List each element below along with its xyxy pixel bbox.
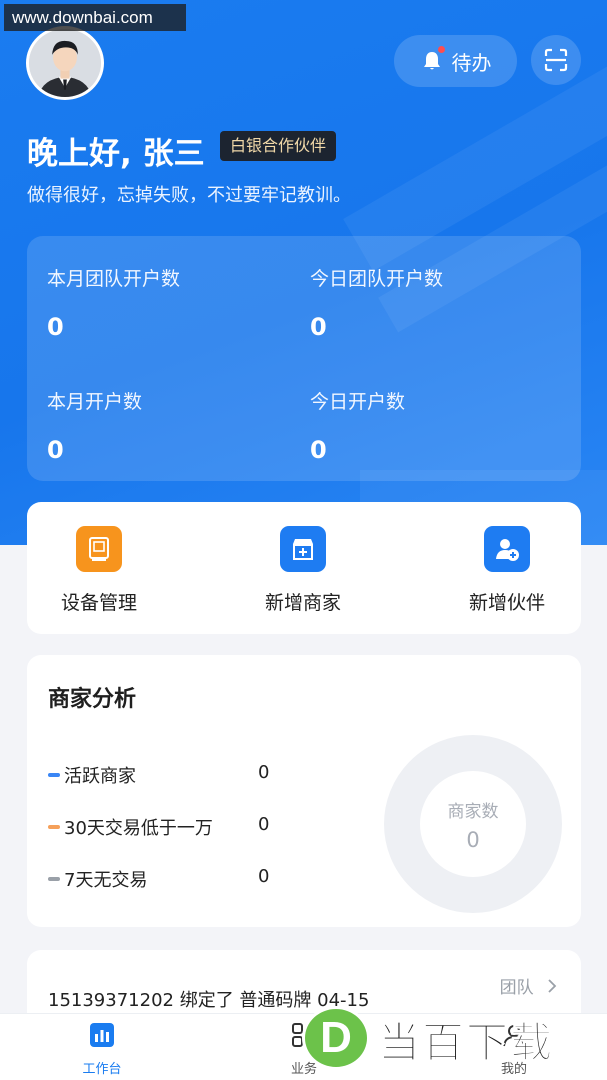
legend-low-volume: 30天交易低于一万 [48,814,213,840]
team-label: 团队 [499,978,534,998]
stat-today-team[interactable]: 今日团队开户数 0 [310,264,443,341]
stat-value: 0 [47,436,64,464]
merchant-analysis-card: 商家分析 活跃商家 0 30天交易低于一万 0 7天无交易 0 商家数 0 [27,655,581,927]
legend-mark [48,877,60,881]
stat-label: 本月开户数 [47,391,143,413]
legend-value: 0 [258,866,270,887]
device-management-button[interactable]: 设备管理 [58,526,140,615]
stat-label: 今日团队开户数 [310,268,444,290]
legend-active-merchants: 活跃商家 [48,762,136,788]
stat-value: 0 [310,313,327,341]
legend-label: 30天交易低于一万 [64,818,213,839]
tab-workbench[interactable]: 工作台 [78,1022,126,1077]
site-logo-watermark: D 当百下载 [300,1003,600,1073]
add-merchant-button[interactable]: 新增商家 [262,526,344,615]
section-title: 商家分析 [48,687,137,712]
notification-dot [437,46,445,53]
stat-label: 今日开户数 [310,391,406,413]
bell-icon [420,46,445,73]
scan-icon [544,48,568,72]
scan-button[interactable] [531,35,581,85]
dashboard-icon [90,1023,114,1047]
user-add-icon [484,526,530,572]
todo-button[interactable]: 待办 [394,35,517,87]
site-watermark: www.downbai.com [4,4,186,31]
stat-value: 0 [47,313,64,341]
greeting-title: 晚上好, 张三 [27,136,205,172]
legend-label: 7天无交易 [64,870,148,891]
stats-card: 本月团队开户数 0 今日团队开户数 0 本月开户数 0 今日开户数 0 [27,236,581,481]
chevron-right-icon [547,978,557,998]
stat-month-own[interactable]: 本月开户数 0 [47,387,142,464]
todo-label: 待办 [451,50,492,75]
store-add-icon [280,526,326,572]
add-partner-button[interactable]: 新增伙伴 [466,526,548,615]
legend-mark [48,825,60,829]
quick-action-label: 新增伙伴 [468,592,545,614]
donut-label: 商家数 [447,802,499,822]
legend-value: 0 [258,814,270,835]
partner-level-badge: 白银合作伙伴 [220,131,337,161]
legend-label: 活跃商家 [64,766,136,787]
quick-action-label: 新增商家 [264,592,341,614]
motto-text: 做得很好，忘掉失败，不过要牢记教训。 [27,185,351,206]
donut-center: 商家数 0 [384,735,562,913]
legend-value: 0 [258,762,270,783]
stat-today-own[interactable]: 今日开户数 0 [310,387,405,464]
quick-action-label: 设备管理 [60,592,137,614]
tab-label: 工作台 [82,1062,122,1077]
legend-no-transactions: 7天无交易 [48,866,147,892]
device-icon [76,526,122,572]
stat-label: 本月团队开户数 [47,268,181,290]
team-link[interactable]: 团队 [500,973,557,998]
quick-actions-card: 设备管理 新增商家 新增伙伴 [27,502,581,634]
donut-value: 0 [466,828,480,852]
stat-value: 0 [310,436,327,464]
avatar[interactable] [26,26,104,100]
logo-text: 当百下载 [377,1018,555,1068]
logo-letter: D [302,1006,370,1070]
legend-mark [48,773,60,777]
stat-month-team[interactable]: 本月团队开户数 0 [47,264,180,341]
